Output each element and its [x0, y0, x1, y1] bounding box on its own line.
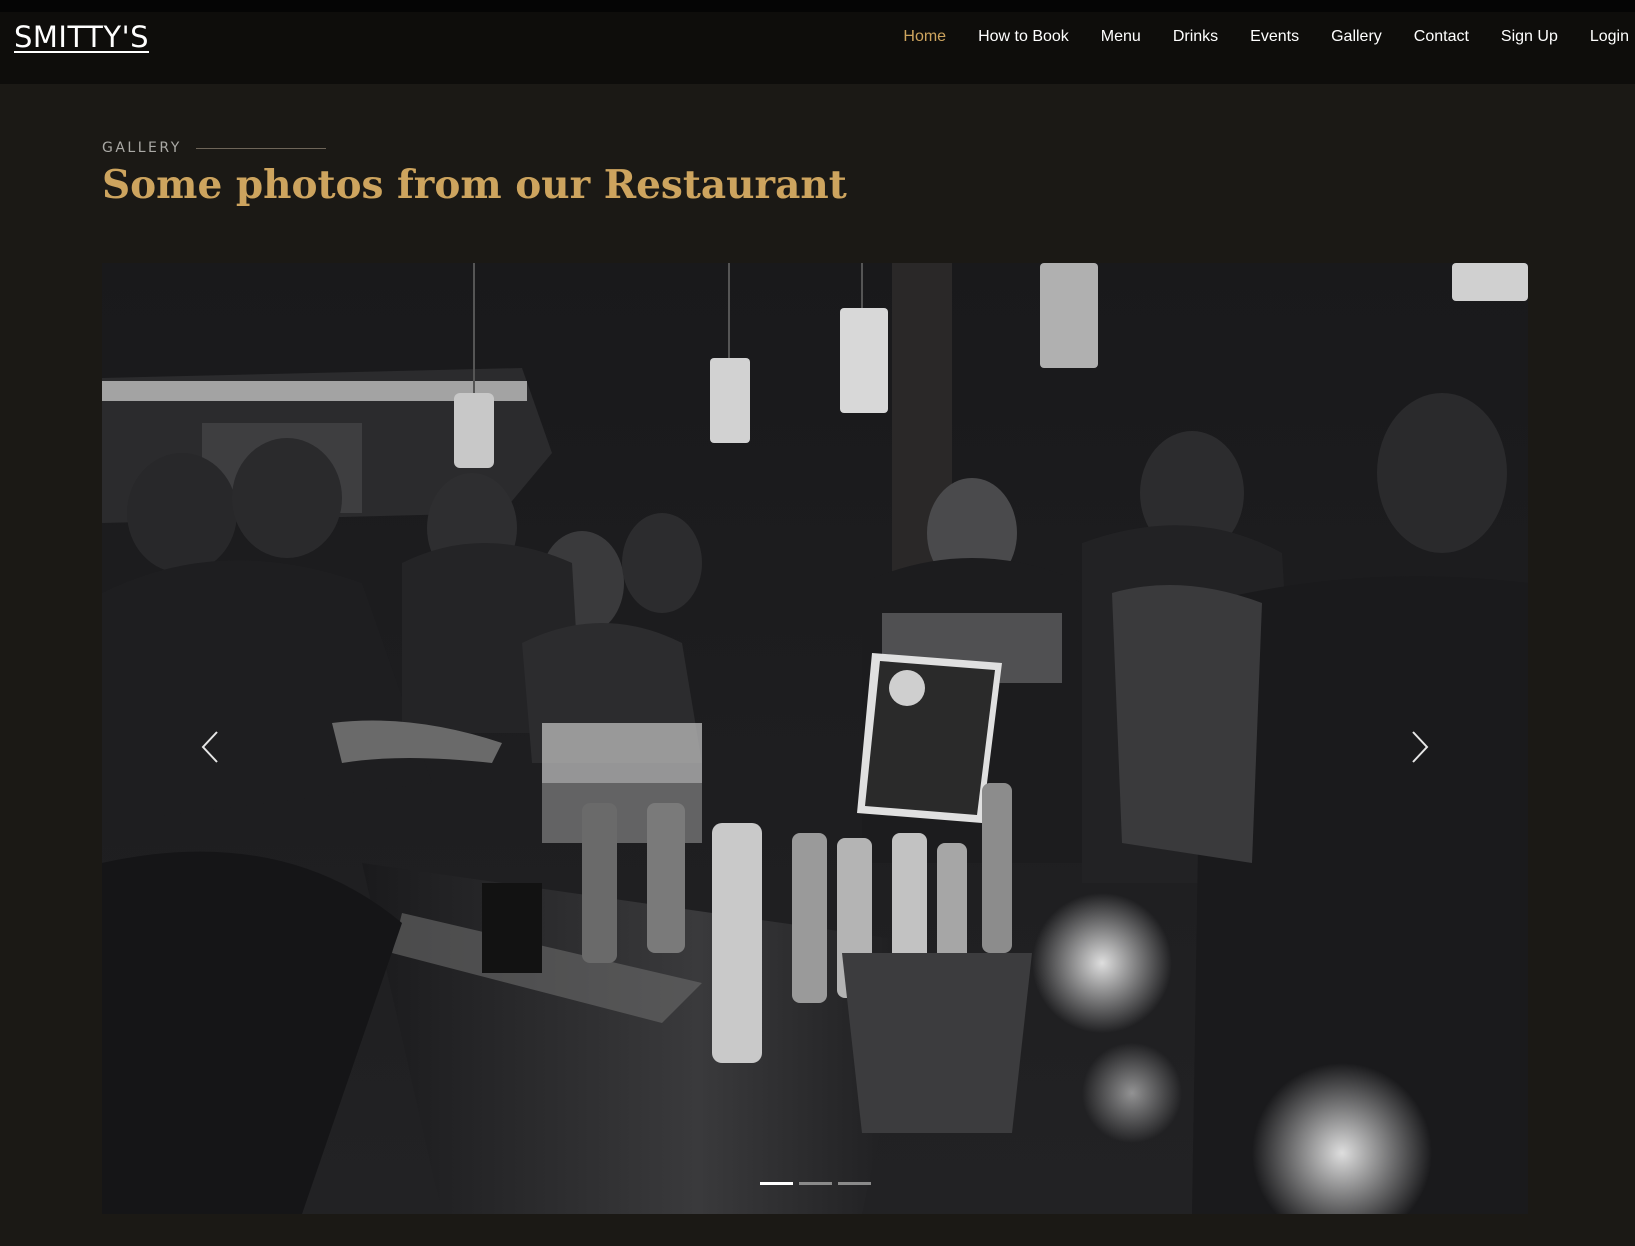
nav-link-drinks[interactable]: Drinks — [1157, 28, 1234, 46]
main-nav: Home How to Book Menu Drinks Events Gall… — [887, 28, 1629, 46]
nav-link-gallery[interactable]: Gallery — [1315, 28, 1398, 46]
nav-link-home[interactable]: Home — [887, 28, 962, 46]
nav-link-contact[interactable]: Contact — [1398, 28, 1485, 46]
carousel-next-button[interactable] — [1400, 717, 1440, 777]
top-strip — [0, 0, 1635, 12]
section-label: GALLERY — [102, 140, 326, 156]
carousel-indicator-1[interactable] — [759, 1182, 793, 1185]
carousel-indicator-3[interactable] — [837, 1182, 871, 1185]
nav-link-sign-up[interactable]: Sign Up — [1485, 28, 1574, 46]
navbar: SMITTY'S Home How to Book Menu Drinks Ev… — [0, 12, 1635, 84]
section-label-divider — [195, 147, 326, 149]
site-logo[interactable]: SMITTY'S — [14, 20, 149, 54]
carousel-indicator-2[interactable] — [798, 1182, 832, 1185]
nav-link-events[interactable]: Events — [1234, 28, 1315, 46]
nav-link-menu[interactable]: Menu — [1085, 28, 1157, 46]
chevron-right-icon — [1412, 731, 1429, 763]
nav-link-how-to-book[interactable]: How to Book — [962, 28, 1085, 46]
section-heading: Some photos from our Restaurant — [102, 162, 847, 208]
section-label-text: GALLERY — [102, 140, 182, 156]
gallery-carousel[interactable] — [102, 263, 1528, 1214]
carousel-prev-button[interactable] — [190, 717, 230, 777]
carousel-slide-image — [102, 263, 1528, 1214]
nav-link-login[interactable]: Login — [1574, 28, 1629, 46]
carousel-indicators — [102, 1182, 1528, 1185]
chevron-left-icon — [201, 731, 218, 763]
